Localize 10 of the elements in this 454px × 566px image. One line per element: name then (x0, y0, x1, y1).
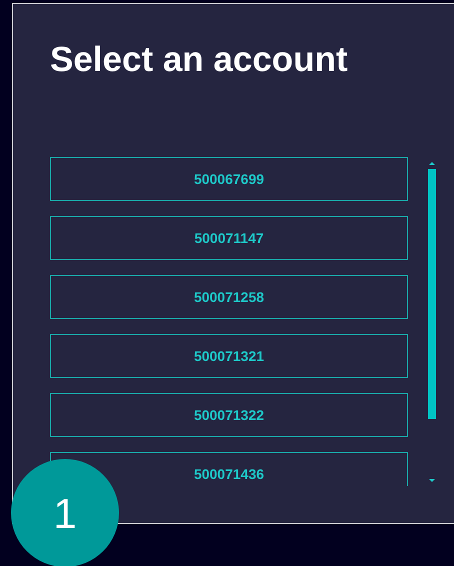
account-button[interactable]: 500071321 (50, 334, 408, 378)
account-button[interactable]: 500071147 (50, 216, 408, 260)
scrollbar-thumb[interactable] (428, 169, 436, 419)
dialog-title: Select an account (50, 39, 348, 81)
account-button[interactable]: 500067699 (50, 157, 408, 201)
step-badge: 1 (11, 459, 119, 566)
account-button[interactable]: 500071258 (50, 275, 408, 319)
scroll-down-arrow-icon[interactable] (429, 479, 435, 483)
account-button[interactable]: 500071322 (50, 393, 408, 437)
scroll-up-arrow-icon[interactable] (429, 161, 435, 165)
